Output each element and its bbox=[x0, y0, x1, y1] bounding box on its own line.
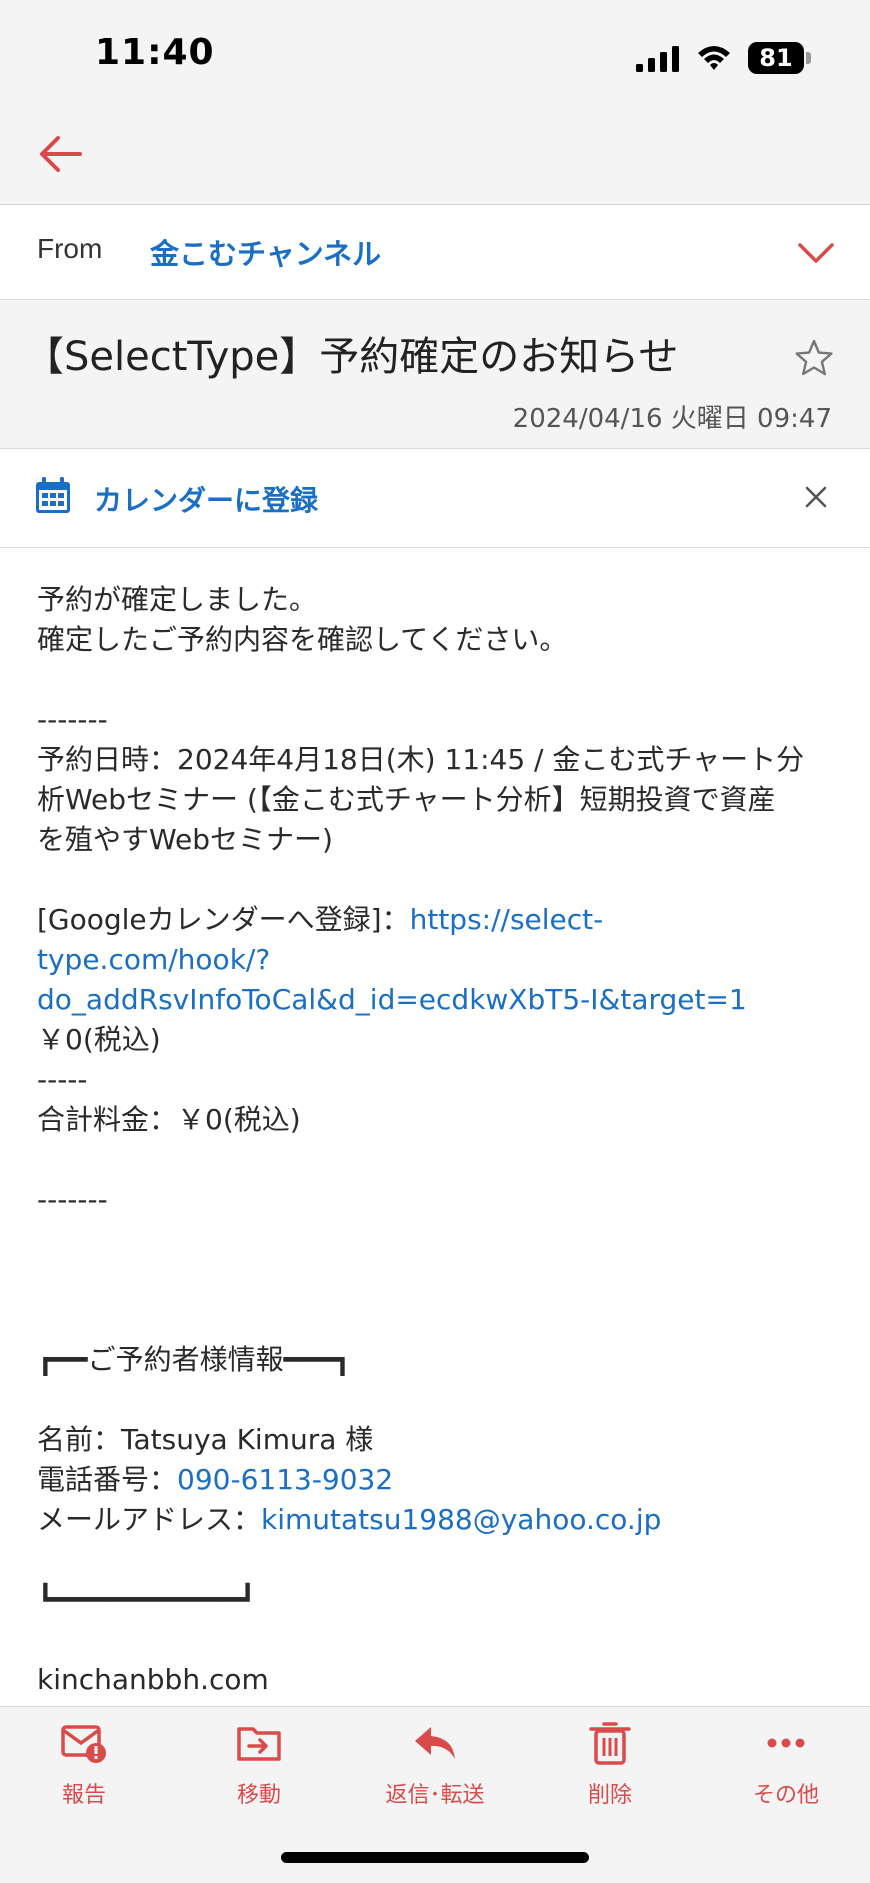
more-label: その他 bbox=[752, 1783, 819, 1808]
battery-tip bbox=[806, 52, 811, 64]
phone-line: 電話番号：090-6113-9032 bbox=[37, 1460, 837, 1500]
email-subject: 【SelectType】予約確定のお知らせ bbox=[24, 334, 679, 380]
move-button[interactable]: 移動 bbox=[179, 1721, 339, 1809]
customer-info-box-top: ┏━━ご予約者様情報━━━┓ bbox=[37, 1343, 352, 1376]
add-to-calendar-button[interactable]: カレンダーに登録 bbox=[94, 479, 318, 519]
star-icon[interactable] bbox=[794, 338, 834, 378]
gcal-link[interactable]: do_addRsvInfoToCal&d_id=ecdkwXbT5-I&targ… bbox=[37, 980, 837, 1020]
move-label: 移動 bbox=[236, 1783, 281, 1808]
body-line: 予約が確定しました。 bbox=[37, 583, 318, 616]
sender-name[interactable]: 金こむチャンネル bbox=[150, 231, 381, 273]
move-folder-icon bbox=[237, 1727, 281, 1761]
site-text: kinchanbbh.com bbox=[37, 1663, 269, 1696]
customer-info-box-bottom: ┗━━━━━━━━━━━┛ bbox=[37, 1583, 257, 1616]
separator-text: ------- bbox=[37, 703, 108, 736]
battery-icon: 81 bbox=[748, 42, 804, 74]
gcal-link[interactable]: https://select- bbox=[410, 903, 604, 936]
total-price: 合計料金：￥0(税込) bbox=[37, 1103, 301, 1136]
email-label: メールアドレス： bbox=[37, 1503, 262, 1536]
separator-text: ----- bbox=[37, 1063, 88, 1096]
status-time: 11:40 bbox=[95, 32, 215, 73]
from-label: From bbox=[37, 233, 103, 264]
close-icon[interactable] bbox=[802, 483, 830, 511]
booking-datetime: 析Webセミナー (【金こむ式チャート分析】短期投資で資産 bbox=[37, 783, 776, 816]
body-line: 確定したご予約内容を確認してください。 bbox=[37, 623, 568, 656]
email-link[interactable]: kimutatsu1988@yahoo.co.jp bbox=[261, 1503, 661, 1536]
separator-text: ------- bbox=[37, 1183, 108, 1216]
subject-block: 【SelectType】予約確定のお知らせ 2024/04/16 火曜日 09:… bbox=[0, 300, 870, 449]
email-line: メールアドレス：kimutatsu1988@yahoo.co.jp bbox=[37, 1500, 837, 1540]
nav-bar bbox=[0, 110, 870, 205]
trash-icon bbox=[589, 1722, 631, 1765]
reply-forward-label: 返信･転送 bbox=[385, 1783, 485, 1808]
gcal-link[interactable]: type.com/hook/? bbox=[37, 940, 837, 980]
price-text: ￥0(税込) bbox=[37, 1023, 161, 1056]
back-arrow-icon[interactable] bbox=[36, 130, 84, 178]
booking-datetime: を殖やすWebセミナー) bbox=[37, 823, 333, 856]
calendar-icon[interactable] bbox=[34, 477, 72, 515]
phone-link[interactable]: 090-6113-9032 bbox=[177, 1463, 393, 1496]
gcal-line: [Googleカレンダーへ登録]：https://select- bbox=[37, 900, 837, 940]
cellular-signal-icon bbox=[636, 46, 679, 72]
reply-icon bbox=[415, 1727, 455, 1759]
report-label: 報告 bbox=[61, 1783, 106, 1808]
reply-forward-button[interactable]: 返信･転送 bbox=[355, 1721, 515, 1809]
chevron-down-icon[interactable] bbox=[796, 239, 836, 267]
delete-label: 削除 bbox=[587, 1783, 632, 1808]
customer-name: 名前：Tatsuya Kimura 様 bbox=[37, 1423, 374, 1456]
email-body: 予約が確定しました。 確定したご予約内容を確認してください。 ------- 予… bbox=[37, 580, 837, 1700]
wifi-icon bbox=[698, 46, 730, 70]
status-bar: 11:40 81 bbox=[0, 0, 870, 110]
home-indicator[interactable] bbox=[281, 1852, 589, 1863]
report-button[interactable]: 報告 bbox=[4, 1721, 164, 1809]
gcal-prefix: [Googleカレンダーへ登録]： bbox=[37, 903, 410, 936]
email-date: 2024/04/16 火曜日 09:47 bbox=[512, 404, 832, 434]
from-row: From 金こむチャンネル bbox=[0, 205, 870, 300]
report-spam-icon bbox=[61, 1725, 106, 1763]
more-button[interactable]: その他 bbox=[706, 1721, 866, 1809]
delete-button[interactable]: 削除 bbox=[530, 1721, 690, 1809]
phone-label: 電話番号： bbox=[37, 1463, 178, 1496]
more-icon bbox=[767, 1738, 805, 1748]
calendar-banner: カレンダーに登録 bbox=[0, 449, 870, 548]
booking-datetime: 予約日時：2024年4月18日(木) 11:45 / 金こむ式チャート分 bbox=[37, 743, 805, 776]
